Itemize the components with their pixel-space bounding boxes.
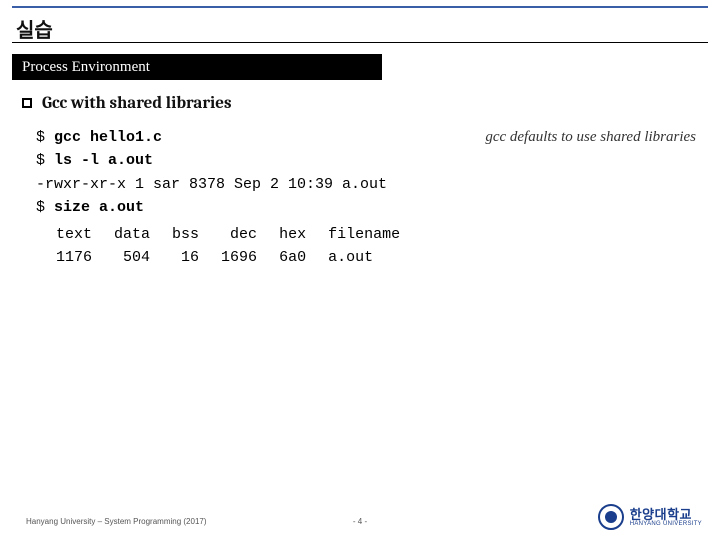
logo-korean: 한양대학교 bbox=[630, 508, 702, 521]
td-text: 1176 bbox=[36, 246, 114, 269]
section-band: Process Environment bbox=[12, 54, 382, 80]
table-row: text data bss dec hex filename bbox=[36, 223, 422, 246]
th-filename: filename bbox=[328, 223, 422, 246]
prompt: $ bbox=[36, 152, 54, 169]
th-data: data bbox=[114, 223, 172, 246]
university-seal-icon bbox=[598, 504, 624, 530]
td-data: 504 bbox=[114, 246, 172, 269]
th-hex: hex bbox=[279, 223, 328, 246]
footer-left: Hanyang University – System Programming … bbox=[26, 517, 207, 526]
cmd-ls: ls -l a.out bbox=[54, 152, 153, 169]
cmd-size: size a.out bbox=[54, 199, 144, 216]
footer: Hanyang University – System Programming … bbox=[0, 504, 720, 526]
td-filename: a.out bbox=[328, 246, 422, 269]
th-dec: dec bbox=[221, 223, 279, 246]
top-rule bbox=[12, 6, 708, 8]
prompt: $ bbox=[36, 129, 54, 146]
logo-english: HANYANG UNIVERSITY bbox=[630, 521, 702, 527]
footer-logo: 한양대학교 HANYANG UNIVERSITY bbox=[598, 504, 702, 530]
th-text: text bbox=[36, 223, 114, 246]
size-output-table: text data bss dec hex filename 1176 504 … bbox=[36, 223, 422, 270]
terminal-line-4: $ size a.out bbox=[36, 196, 696, 219]
footer-page-number: - 4 - bbox=[353, 517, 367, 526]
terminal-block: gcc defaults to use shared libraries $ g… bbox=[36, 126, 696, 270]
td-bss: 16 bbox=[172, 246, 221, 269]
seal-inner-icon bbox=[605, 511, 617, 523]
title-underline bbox=[12, 42, 708, 43]
slide-title: 실습 bbox=[16, 14, 53, 43]
subheading: Gcc with shared libraries bbox=[22, 94, 232, 113]
td-hex: 6a0 bbox=[279, 246, 328, 269]
terminal-line-2: $ ls -l a.out bbox=[36, 149, 696, 172]
subheading-text: Gcc with shared libraries bbox=[42, 94, 232, 113]
terminal-note: gcc defaults to use shared libraries bbox=[485, 126, 696, 149]
square-bullet-icon bbox=[22, 98, 32, 108]
table-row: 1176 504 16 1696 6a0 a.out bbox=[36, 246, 422, 269]
td-dec: 1696 bbox=[221, 246, 279, 269]
th-bss: bss bbox=[172, 223, 221, 246]
terminal-line-3: -rwxr-xr-x 1 sar 8378 Sep 2 10:39 a.out bbox=[36, 173, 696, 196]
prompt: $ bbox=[36, 199, 54, 216]
cmd-gcc: gcc hello1.c bbox=[54, 129, 162, 146]
logo-text-block: 한양대학교 HANYANG UNIVERSITY bbox=[630, 508, 702, 527]
